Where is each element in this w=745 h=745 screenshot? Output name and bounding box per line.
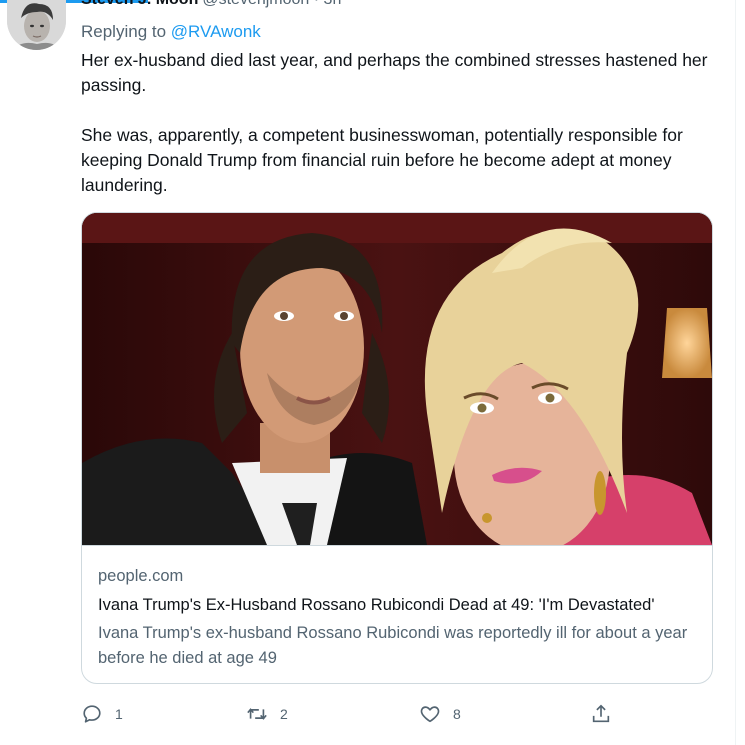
like-button[interactable]: 8 xyxy=(419,700,461,728)
reply-icon xyxy=(83,705,101,723)
avatar[interactable] xyxy=(7,0,66,50)
tweet-actions: 1 2 8 xyxy=(0,700,735,728)
tweet-paragraph-2: She was, apparently, a competent busines… xyxy=(81,125,683,195)
tweet-paragraph-1: Her ex-husband died last year, and perha… xyxy=(81,50,708,95)
card-image[interactable] xyxy=(82,213,712,545)
author-handle[interactable]: @stevenjmoon · 3h xyxy=(202,0,341,8)
card-domain: people.com xyxy=(98,567,184,585)
replying-to-mention[interactable]: @RVAwonk xyxy=(171,22,261,41)
retweet-count: 2 xyxy=(280,706,288,722)
retweet-icon xyxy=(247,708,267,720)
heart-icon xyxy=(420,706,440,723)
reply-button[interactable]: 1 xyxy=(81,700,123,728)
column-divider xyxy=(735,0,736,745)
like-count: 8 xyxy=(453,706,461,722)
replying-to-prefix: Replying to xyxy=(81,22,171,41)
retweet-button[interactable]: 2 xyxy=(246,700,288,728)
tweet-header: Steven J. Moon @stevenjmoon · 3h xyxy=(81,0,341,9)
share-icon xyxy=(592,704,610,723)
author-name[interactable]: Steven J. Moon xyxy=(81,0,198,8)
link-card[interactable]: people.com Ivana Trump's Ex-Husband Ross… xyxy=(81,212,713,684)
card-divider xyxy=(82,545,712,546)
card-title: Ivana Trump's Ex-Husband Rossano Rubicon… xyxy=(98,596,655,614)
card-description: Ivana Trump's ex-husband Rossano Rubicon… xyxy=(98,624,688,667)
reply-count: 1 xyxy=(115,706,123,722)
replying-to: Replying to @RVAwonk xyxy=(81,20,261,44)
share-button[interactable] xyxy=(590,700,612,728)
tweet-text: Her ex-husband died last year, and perha… xyxy=(81,48,721,198)
